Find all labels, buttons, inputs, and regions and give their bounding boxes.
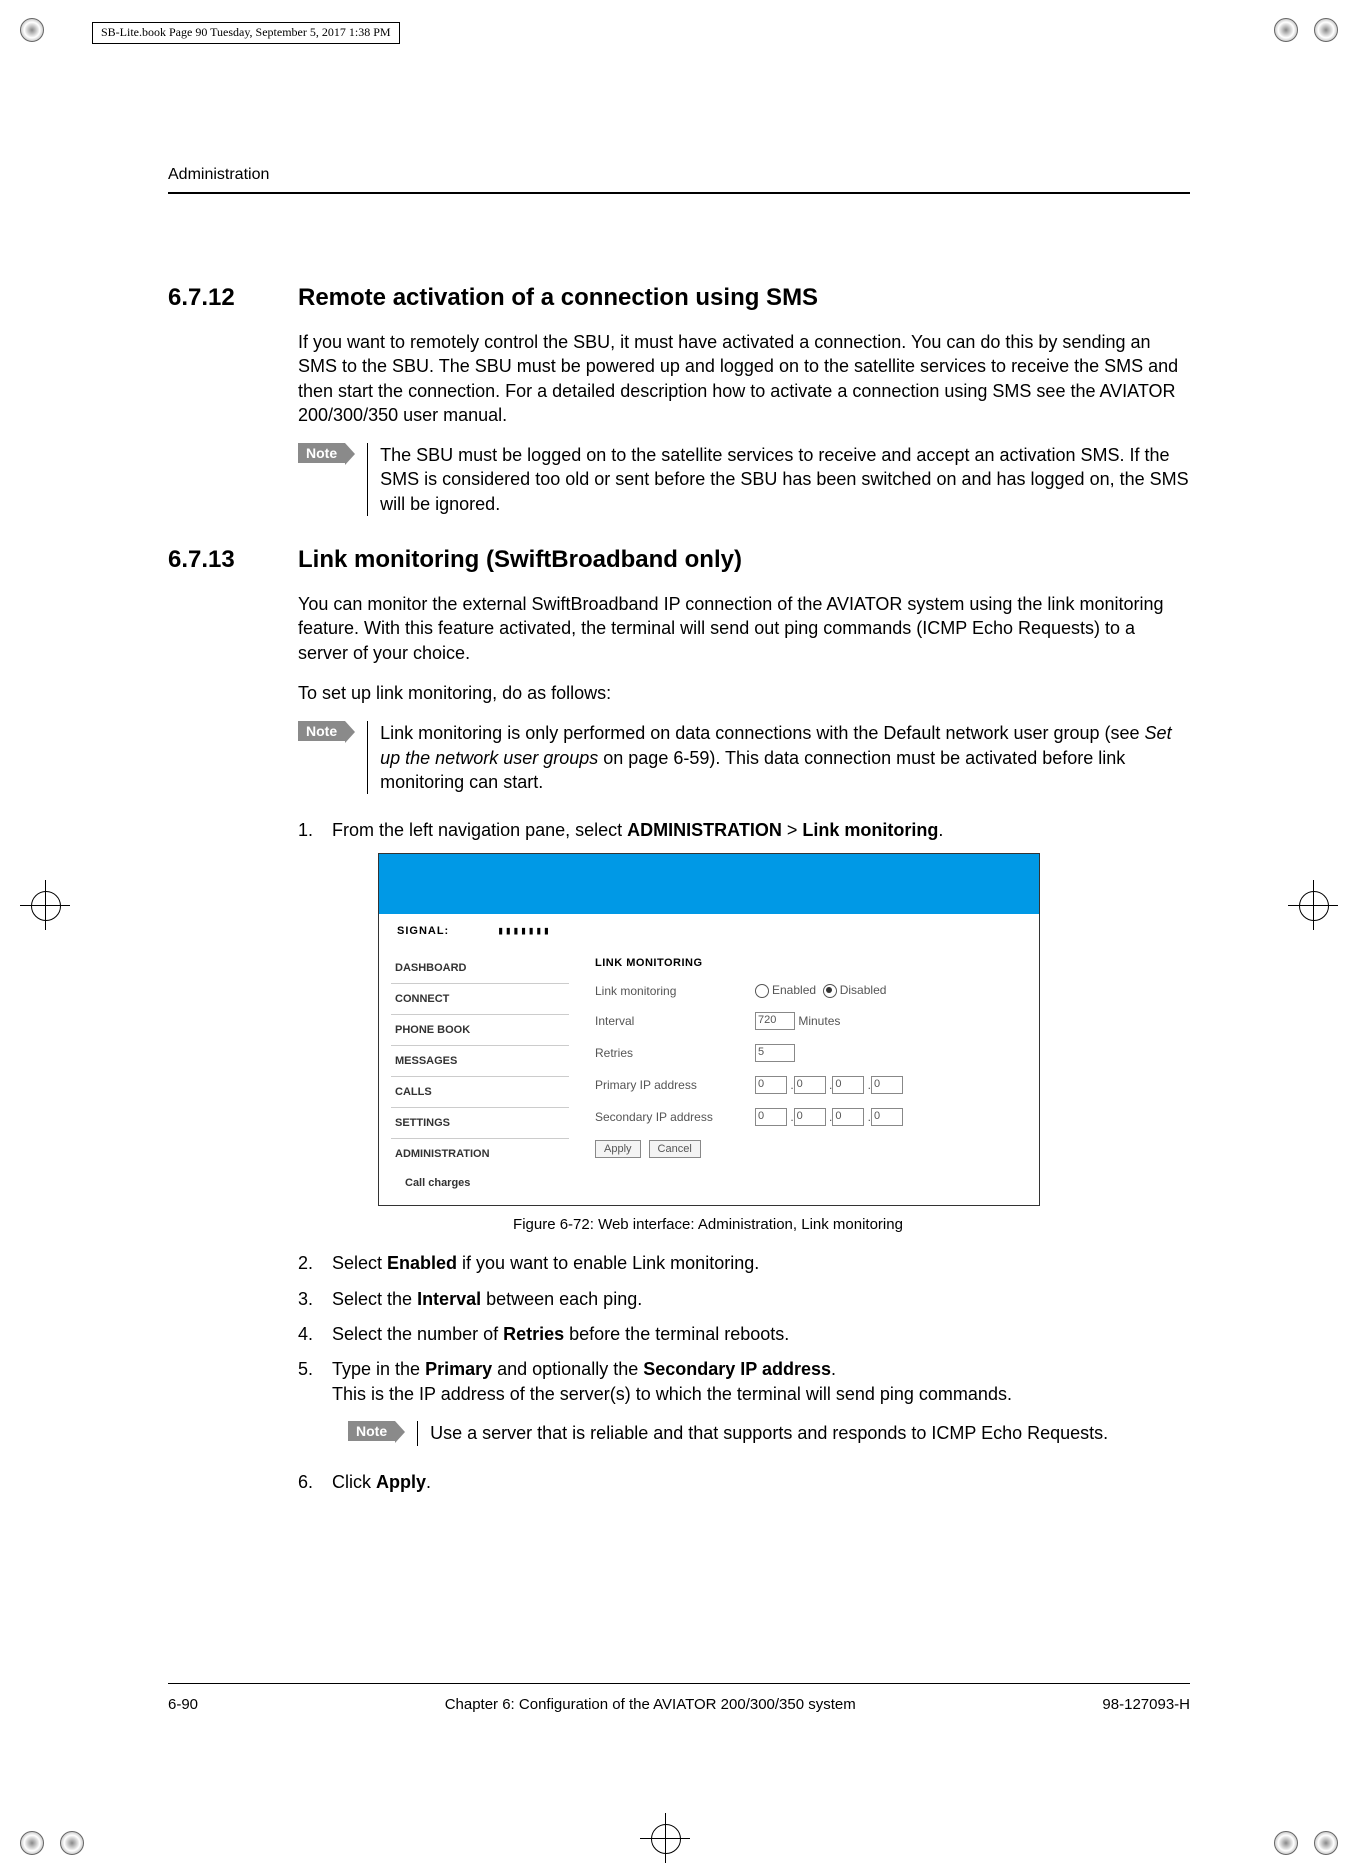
step-text: Select Enabled if you want to enable Lin… <box>332 1251 1190 1276</box>
retries-input[interactable]: 5 <box>755 1044 795 1062</box>
step-text: From the left navigation pane, select AD… <box>332 818 1190 843</box>
ip-octet-input[interactable]: 0 <box>871 1108 903 1126</box>
figure-topbar <box>379 854 1039 914</box>
step-text: Click Apply. <box>332 1470 1190 1495</box>
nav-item-phonebook[interactable]: PHONE BOOK <box>391 1015 569 1046</box>
figure-nav: DASHBOARD CONNECT PHONE BOOK MESSAGES CA… <box>379 947 581 1205</box>
ip-octet-input[interactable]: 0 <box>871 1076 903 1094</box>
radio-enabled[interactable]: Enabled <box>755 983 816 998</box>
crop-mark-icon <box>60 1831 84 1855</box>
nav-item-dashboard[interactable]: DASHBOARD <box>391 953 569 984</box>
crop-mark-icon <box>1274 18 1298 42</box>
step-number: 6. <box>298 1470 332 1495</box>
step-number: 2. <box>298 1251 332 1276</box>
step-number: 5. <box>298 1357 332 1407</box>
note-tag: Note <box>298 721 345 741</box>
crop-mark-icon <box>1314 1831 1338 1855</box>
crop-mark-icon <box>20 18 44 42</box>
note-tag: Note <box>298 443 345 463</box>
section-title: Link monitoring (SwiftBroadband only) <box>298 546 742 574</box>
ip-octet-input[interactable]: 0 <box>794 1076 826 1094</box>
nav-item-settings[interactable]: SETTINGS <box>391 1108 569 1139</box>
step-text: Select the Interval between each ping. <box>332 1287 1190 1312</box>
crop-mark-icon <box>1274 1831 1298 1855</box>
note-text: Link monitoring is only performed on dat… <box>367 721 1190 794</box>
footer-page: 6-90 <box>168 1696 198 1713</box>
row-label: Primary IP address <box>595 1078 755 1092</box>
ip-octet-input[interactable]: 0 <box>755 1108 787 1126</box>
registration-mark-icon <box>1288 880 1338 930</box>
section-title: Remote activation of a connection using … <box>298 284 818 312</box>
nav-item-call-charges[interactable]: Call charges <box>391 1169 569 1193</box>
step-number: 4. <box>298 1322 332 1347</box>
step-text: Select the number of Retries before the … <box>332 1322 1190 1347</box>
note-text: The SBU must be logged on to the satelli… <box>367 443 1190 516</box>
footer-chapter: Chapter 6: Configuration of the AVIATOR … <box>445 1696 856 1713</box>
signal-label: SIGNAL: <box>397 925 449 937</box>
paragraph: If you want to remotely control the SBU,… <box>298 330 1190 427</box>
row-label: Secondary IP address <box>595 1110 755 1124</box>
ip-octet-input[interactable]: 0 <box>832 1108 864 1126</box>
nav-item-calls[interactable]: CALLS <box>391 1077 569 1108</box>
interval-input[interactable]: 720 <box>755 1012 795 1030</box>
crop-mark-icon <box>1314 18 1338 42</box>
signal-bars-icon: ▮▮▮▮▮▮▮ <box>497 924 550 937</box>
row-label: Interval <box>595 1014 755 1028</box>
row-label: Link monitoring <box>595 984 755 998</box>
nav-item-messages[interactable]: MESSAGES <box>391 1046 569 1077</box>
row-label: Retries <box>595 1046 755 1060</box>
crop-mark-icon <box>20 1831 44 1855</box>
framemaker-header: SB-Lite.book Page 90 Tuesday, September … <box>92 22 400 44</box>
cancel-button[interactable]: Cancel <box>649 1140 701 1158</box>
paragraph: To set up link monitoring, do as follows… <box>298 681 1190 705</box>
interval-unit: Minutes <box>798 1014 840 1028</box>
section-number: 6.7.13 <box>168 546 298 574</box>
figure-caption: Figure 6-72: Web interface: Administrati… <box>378 1216 1038 1233</box>
radio-disabled[interactable]: Disabled <box>823 983 887 998</box>
nav-item-connect[interactable]: CONNECT <box>391 984 569 1015</box>
step-number: 3. <box>298 1287 332 1312</box>
ip-octet-input[interactable]: 0 <box>832 1076 864 1094</box>
step-number: 1. <box>298 818 332 843</box>
step-text: Type in the Primary and optionally the S… <box>332 1357 1190 1407</box>
ip-octet-input[interactable]: 0 <box>794 1108 826 1126</box>
note-text: Use a server that is reliable and that s… <box>417 1421 1190 1445</box>
apply-button[interactable]: Apply <box>595 1140 641 1158</box>
figure-screenshot: SIGNAL: ▮▮▮▮▮▮▮ DASHBOARD CONNECT PHONE … <box>378 853 1040 1206</box>
paragraph: You can monitor the external SwiftBroadb… <box>298 592 1190 665</box>
running-head: Administration <box>168 166 1190 194</box>
footer-docnum: 98-127093-H <box>1102 1696 1190 1713</box>
ip-octet-input[interactable]: 0 <box>755 1076 787 1094</box>
registration-mark-icon <box>640 1813 690 1863</box>
note-tag: Note <box>348 1421 395 1441</box>
section-number: 6.7.12 <box>168 284 298 312</box>
figure-heading: LINK MONITORING <box>595 957 1025 969</box>
nav-item-administration[interactable]: ADMINISTRATION <box>391 1139 569 1169</box>
registration-mark-icon <box>20 880 70 930</box>
